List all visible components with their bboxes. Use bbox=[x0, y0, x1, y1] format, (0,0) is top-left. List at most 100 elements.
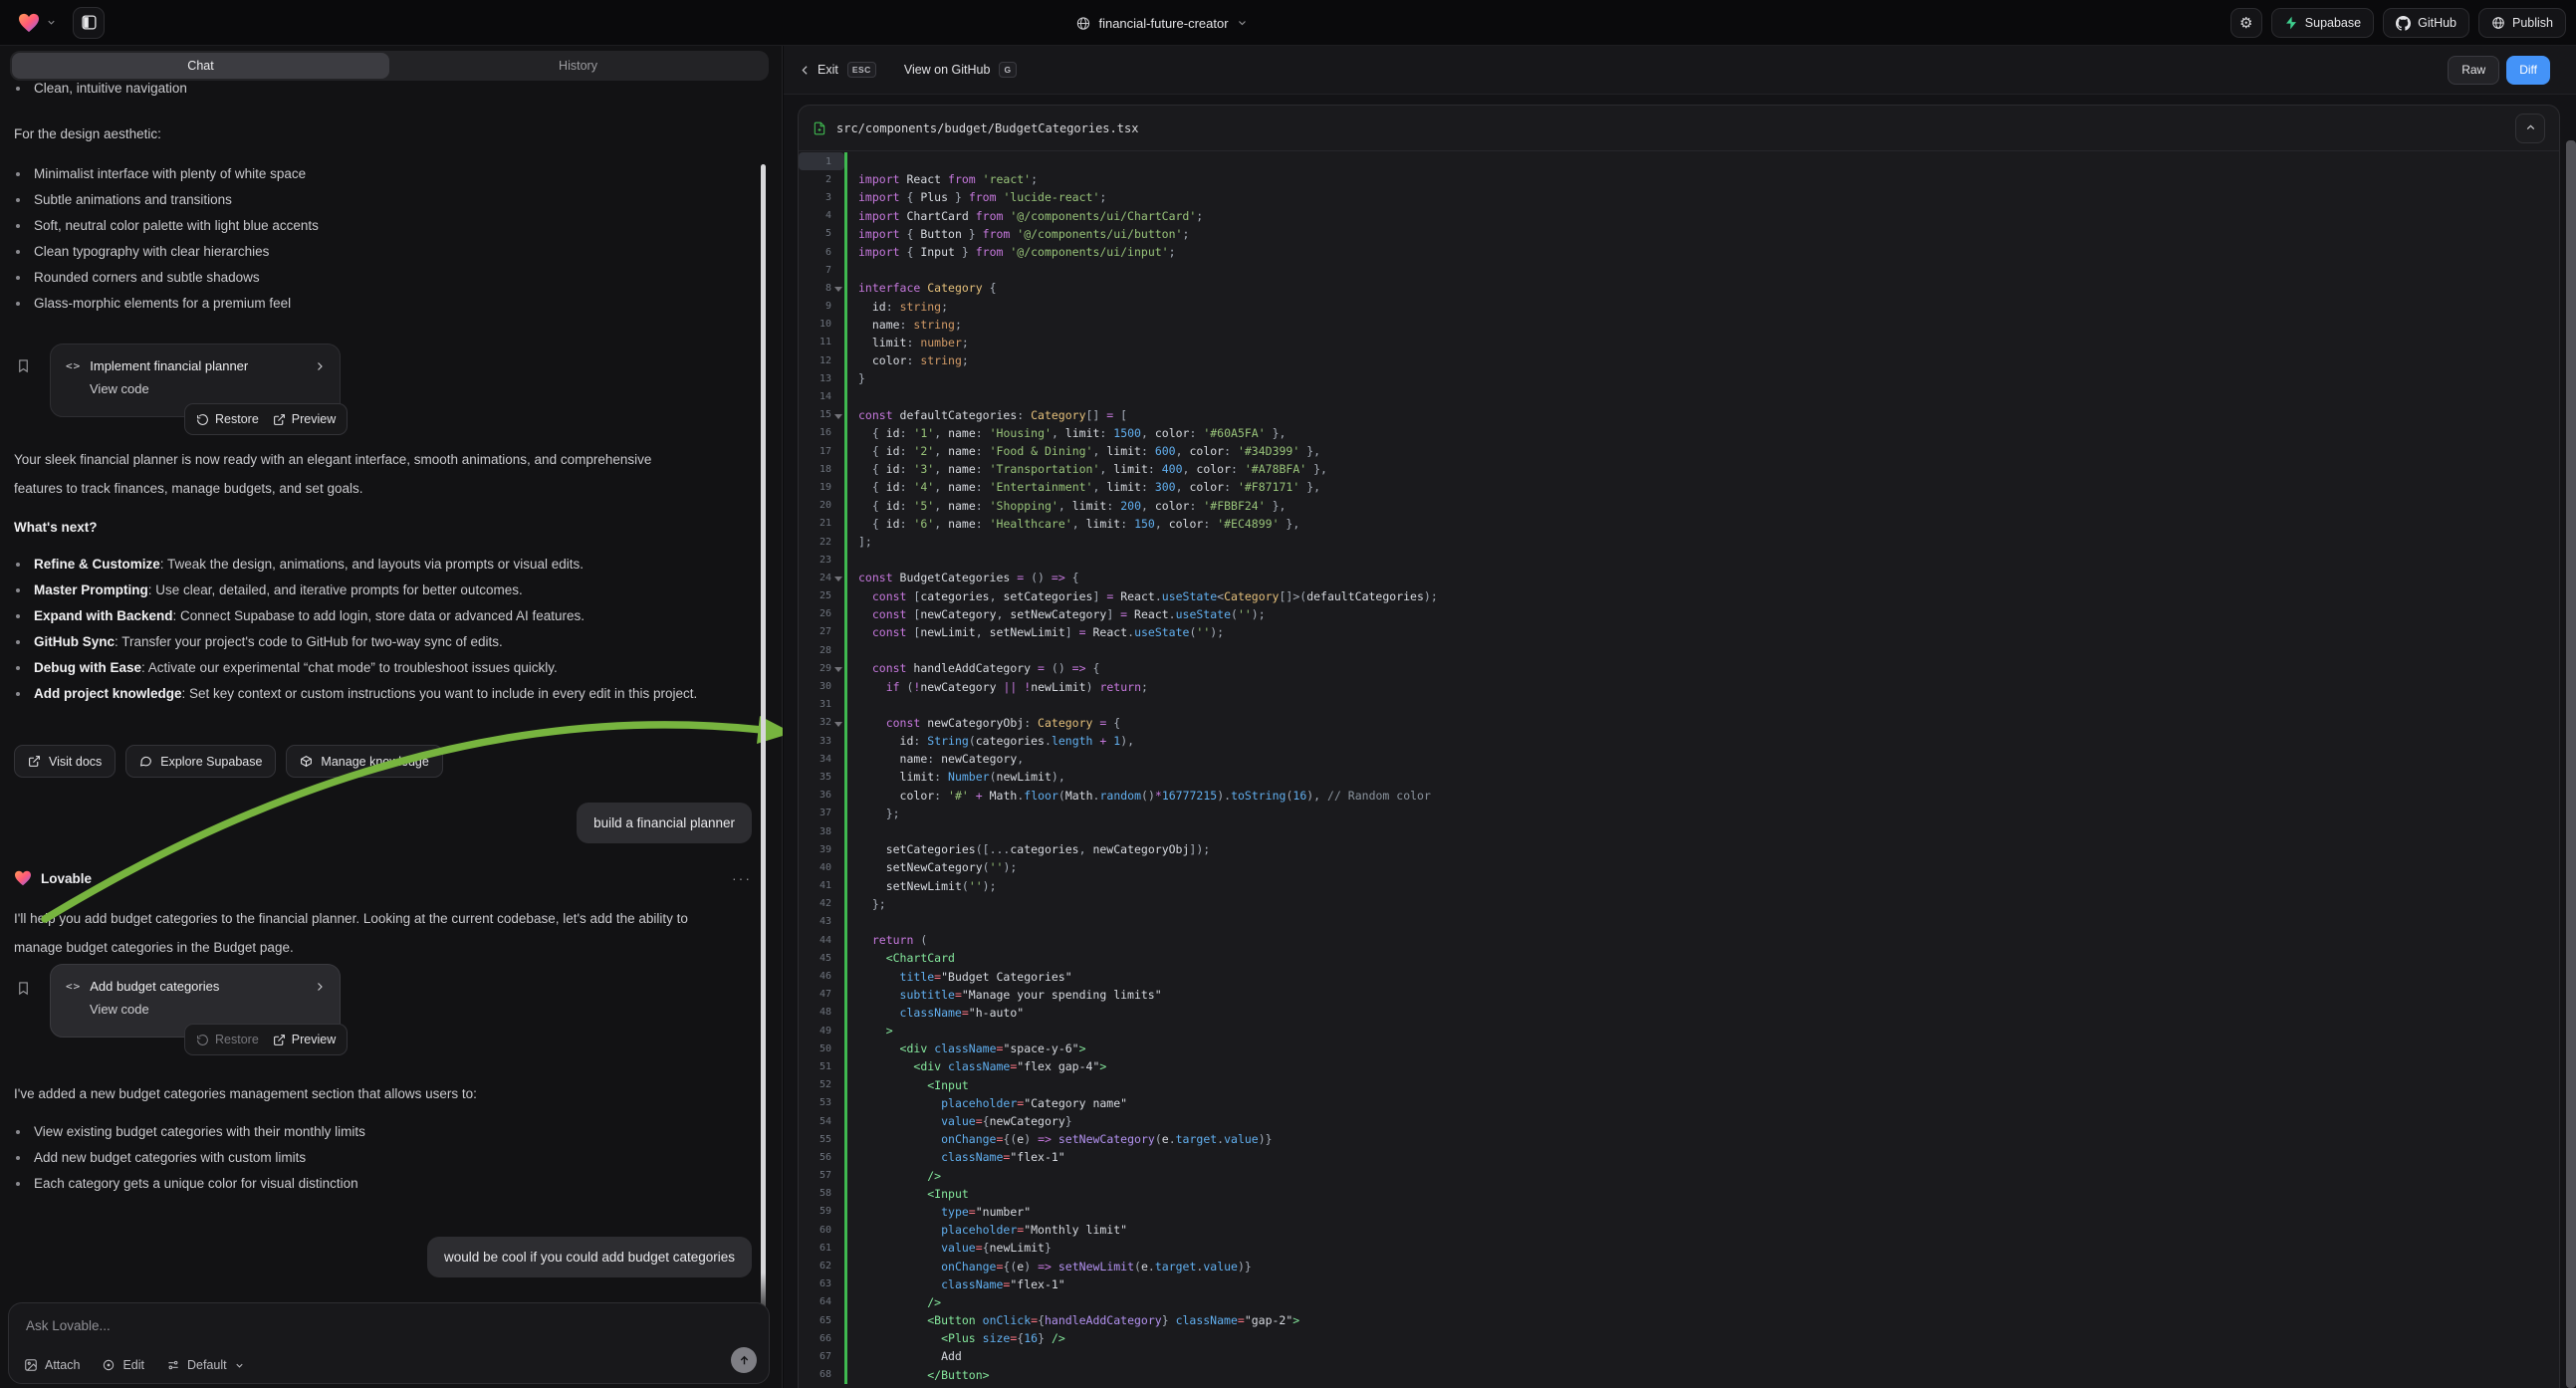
code-line: 57 /> bbox=[799, 1167, 2559, 1185]
code-line: 13} bbox=[799, 369, 2559, 387]
code-line: 46 title="Budget Categories" bbox=[799, 967, 2559, 985]
user-message-bubble: build a financial planner bbox=[577, 803, 752, 843]
supabase-button[interactable]: Supabase bbox=[2271, 8, 2374, 38]
project-selector[interactable]: financial-future-creator bbox=[1075, 0, 1248, 46]
code-line: 2import React from 'react'; bbox=[799, 170, 2559, 188]
view-code-link[interactable]: View code bbox=[51, 373, 340, 396]
external-link-icon bbox=[28, 755, 41, 768]
quick-action-row: Visit docs Explore Supabase Manage knowl… bbox=[14, 745, 443, 778]
diff-toggle-button[interactable]: Diff bbox=[2506, 56, 2550, 85]
code-line: 4import ChartCard from '@/components/ui/… bbox=[799, 207, 2559, 225]
gear-icon: ⚙ bbox=[2239, 14, 2252, 32]
raw-toggle-button[interactable]: Raw bbox=[2448, 56, 2499, 85]
code-line: 53 placeholder="Category name" bbox=[799, 1094, 2559, 1112]
code-line: 54 value={newCategory} bbox=[799, 1112, 2559, 1130]
explore-supabase-button[interactable]: Explore Supabase bbox=[125, 745, 276, 778]
code-line: 29 const handleAddCategory = () => { bbox=[799, 659, 2559, 677]
code-line: 3import { Plus } from 'lucide-react'; bbox=[799, 188, 2559, 206]
code-scrollbar[interactable] bbox=[2566, 140, 2576, 1388]
code-line: 6import { Input } from '@/components/ui/… bbox=[799, 243, 2559, 261]
chat-panel: Chat History Clean, intuitive navigation… bbox=[0, 46, 783, 1388]
publish-button[interactable]: Publish bbox=[2478, 8, 2566, 38]
code-line: 21 { id: '6', name: 'Healthcare', limit:… bbox=[799, 515, 2559, 533]
code-line: 30 if (!newCategory || !newLimit) return… bbox=[799, 677, 2559, 695]
g-kbd: G bbox=[999, 62, 1016, 78]
lovable-logo-heart-icon[interactable] bbox=[18, 13, 40, 33]
code-line: 32 const newCategoryObj: Category = { bbox=[799, 714, 2559, 732]
code-line: 58 <Input bbox=[799, 1185, 2559, 1203]
edit-mode-button[interactable]: Edit bbox=[102, 1358, 144, 1372]
preview-button[interactable]: Preview bbox=[273, 412, 336, 426]
code-line: 60 placeholder="Monthly limit" bbox=[799, 1221, 2559, 1239]
file-diff-card: src/components/budget/BudgetCategories.t… bbox=[798, 105, 2560, 1388]
supabase-bolt-icon bbox=[2284, 16, 2298, 30]
list-item: Glass-morphic elements for a premium fee… bbox=[14, 291, 731, 317]
version-card-title: Add budget categories bbox=[90, 979, 219, 994]
file-added-icon bbox=[813, 120, 826, 136]
code-line: 62 onChange={(e) => setNewLimit(e.target… bbox=[799, 1257, 2559, 1274]
user-message-bubble: would be cool if you could add budget ca… bbox=[427, 1237, 752, 1277]
visit-docs-button[interactable]: Visit docs bbox=[14, 745, 116, 778]
file-path: src/components/budget/BudgetCategories.t… bbox=[836, 121, 1138, 135]
publish-globe-icon bbox=[2491, 16, 2505, 30]
code-line: 45 <ChartCard bbox=[799, 949, 2559, 967]
code-line: 31 bbox=[799, 696, 2559, 714]
assistant-paragraph: I'll help you add budget categories to t… bbox=[14, 904, 717, 962]
github-button[interactable]: GitHub bbox=[2383, 8, 2469, 38]
restore-button[interactable]: Restore bbox=[196, 412, 259, 426]
code-line: 66 <Plus size={16} /> bbox=[799, 1329, 2559, 1347]
manage-knowledge-button[interactable]: Manage knowledge bbox=[286, 745, 442, 778]
arrow-up-icon bbox=[738, 1354, 751, 1367]
whats-next-list: Refine & Customize: Tweak the design, an… bbox=[14, 552, 711, 707]
sidebar-toggle-button[interactable] bbox=[73, 7, 105, 39]
code-viewer-toolbar: Exit ESC View on GitHub G Raw Diff bbox=[784, 46, 2576, 95]
assistant-header: Lovable bbox=[14, 870, 92, 886]
esc-kbd: ESC bbox=[847, 62, 876, 78]
code-line: 1 bbox=[799, 152, 2559, 170]
chevron-right-icon[interactable] bbox=[314, 360, 326, 372]
code-line: 14 bbox=[799, 387, 2559, 405]
exit-button[interactable]: Exit bbox=[818, 63, 838, 77]
restore-preview-toolbar: Restore Preview bbox=[184, 403, 348, 435]
bookmark-icon[interactable] bbox=[16, 357, 31, 374]
settings-button[interactable]: ⚙ bbox=[2230, 8, 2262, 38]
chevron-right-icon[interactable] bbox=[314, 981, 326, 993]
chat-input-placeholder: Ask Lovable... bbox=[26, 1318, 111, 1333]
preview-button[interactable]: Preview bbox=[273, 1033, 336, 1046]
assistant-paragraph: I've added a new budget categories manag… bbox=[14, 1079, 731, 1108]
restore-button[interactable]: Restore bbox=[196, 1033, 259, 1046]
chat-bubble-icon bbox=[139, 755, 152, 768]
bookmark-icon[interactable] bbox=[16, 980, 31, 997]
project-name: financial-future-creator bbox=[1098, 16, 1228, 31]
list-item: Add project knowledge: Set key context o… bbox=[14, 681, 711, 707]
view-on-github-button[interactable]: View on GitHub bbox=[904, 63, 991, 77]
code-line: 40 setNewCategory(''); bbox=[799, 858, 2559, 876]
collapse-file-button[interactable] bbox=[2515, 114, 2545, 143]
code-line: 18 { id: '3', name: 'Transportation', li… bbox=[799, 460, 2559, 478]
design-bullet-list: Minimalist interface with plenty of whit… bbox=[14, 161, 731, 317]
code-line: 35 limit: Number(newLimit), bbox=[799, 768, 2559, 786]
message-options-ellipsis[interactable]: ··· bbox=[732, 870, 752, 886]
view-code-link[interactable]: View code bbox=[51, 994, 340, 1017]
list-item: Master Prompting: Use clear, detailed, a… bbox=[14, 578, 711, 603]
chevron-left-icon[interactable] bbox=[799, 64, 812, 77]
code-line: 20 { id: '5', name: 'Shopping', limit: 2… bbox=[799, 497, 2559, 515]
code-line: 63 className="flex-1" bbox=[799, 1275, 2559, 1293]
github-icon bbox=[2396, 16, 2411, 31]
code-line: 7 bbox=[799, 261, 2559, 279]
send-button[interactable] bbox=[731, 1347, 757, 1373]
code-line: 16 { id: '1', name: 'Housing', limit: 15… bbox=[799, 424, 2559, 442]
list-item: Clean typography with clear hierarchies bbox=[14, 239, 731, 265]
attach-button[interactable]: Attach bbox=[24, 1358, 80, 1372]
lovable-heart-icon bbox=[14, 870, 32, 886]
chevron-down-icon bbox=[234, 1360, 245, 1371]
chat-scrollbar[interactable] bbox=[761, 164, 766, 1319]
code-line: 33 id: String(categories.length + 1), bbox=[799, 732, 2559, 750]
model-selector[interactable]: Default bbox=[166, 1358, 245, 1372]
code-line: 43 bbox=[799, 913, 2559, 931]
code-line: 48 className="h-auto" bbox=[799, 1004, 2559, 1022]
chat-input-box[interactable]: Ask Lovable... Attach Edit Default bbox=[8, 1302, 770, 1384]
code-line: 34 name: newCategory, bbox=[799, 750, 2559, 768]
package-icon bbox=[300, 755, 313, 768]
logo-chevron-down-icon[interactable] bbox=[46, 17, 57, 28]
